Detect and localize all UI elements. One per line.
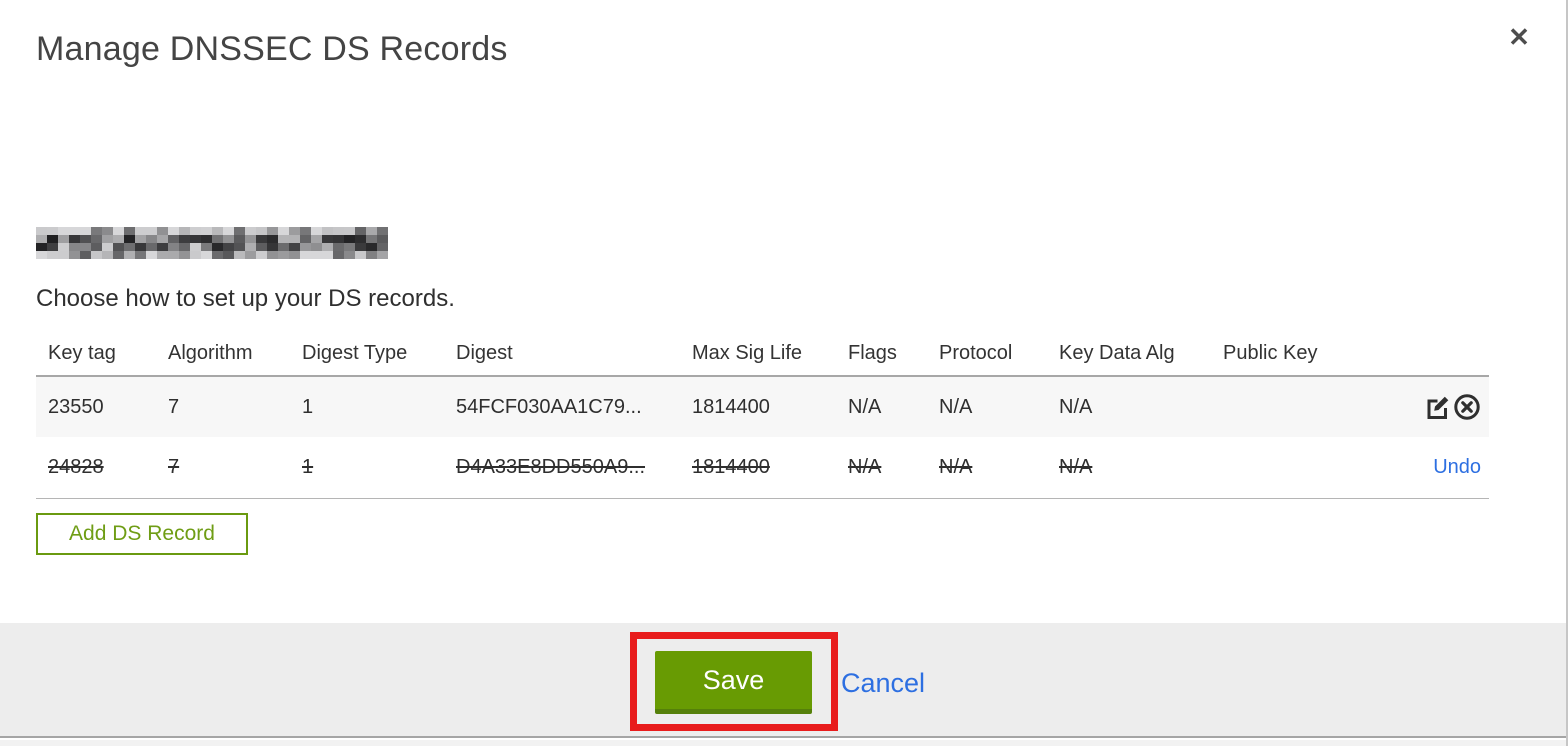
col-header-digest-type: Digest Type bbox=[302, 341, 408, 364]
cell-protocol: N/A bbox=[939, 395, 973, 418]
table-row-deleted: 24828 7 1 D4A33E8DD550A9... 1814400 N/A … bbox=[36, 437, 1489, 499]
cancel-link[interactable]: Cancel bbox=[841, 668, 925, 699]
ds-records-table: Key tag Algorithm Digest Type Digest Max… bbox=[36, 331, 1489, 499]
col-header-protocol: Protocol bbox=[939, 341, 1013, 364]
cell-flags: N/A bbox=[848, 456, 882, 478]
cell-digest-type: 1 bbox=[302, 395, 314, 418]
undo-link[interactable]: Undo bbox=[1433, 456, 1481, 479]
redacted-domain bbox=[36, 227, 388, 259]
cell-digest-type: 1 bbox=[302, 456, 314, 478]
delete-icon[interactable] bbox=[1453, 393, 1481, 421]
modal-footer: Save Cancel bbox=[0, 623, 1566, 738]
col-header-max-sig-life: Max Sig Life bbox=[692, 341, 803, 364]
table-header-row: Key tag Algorithm Digest Type Digest Max… bbox=[36, 331, 1489, 375]
cell-max-sig-life: 1814400 bbox=[692, 456, 770, 478]
add-ds-record-button[interactable]: Add DS Record bbox=[36, 513, 248, 555]
cell-algorithm: 7 bbox=[168, 456, 180, 478]
close-icon[interactable]: ✕ bbox=[1502, 20, 1536, 54]
cell-key-tag: 24828 bbox=[48, 456, 104, 478]
page-behind-strip bbox=[0, 740, 1566, 746]
save-button[interactable]: Save bbox=[655, 651, 812, 714]
cell-protocol: N/A bbox=[939, 456, 973, 478]
cell-digest: 54FCF030AA1C79... bbox=[456, 395, 642, 418]
cell-key-tag: 23550 bbox=[48, 395, 104, 418]
cell-key-data-alg: N/A bbox=[1059, 456, 1093, 478]
cell-max-sig-life: 1814400 bbox=[692, 395, 770, 418]
col-header-key-tag: Key tag bbox=[48, 341, 116, 364]
cell-flags: N/A bbox=[848, 395, 882, 418]
dnssec-modal: Manage DNSSEC DS Records ✕ Choose how to… bbox=[0, 0, 1568, 746]
col-header-public-key: Public Key bbox=[1223, 341, 1318, 364]
edit-icon[interactable] bbox=[1424, 393, 1452, 421]
table-instructions: Choose how to set up your DS records. bbox=[36, 285, 455, 312]
cell-key-data-alg: N/A bbox=[1059, 395, 1093, 418]
col-header-algorithm: Algorithm bbox=[168, 341, 253, 364]
table-row: 23550 7 1 54FCF030AA1C79... 1814400 N/A … bbox=[36, 375, 1489, 437]
cell-digest: D4A33E8DD550A9... bbox=[456, 456, 646, 478]
page-title: Manage DNSSEC DS Records bbox=[36, 30, 508, 68]
col-header-flags: Flags bbox=[848, 341, 897, 364]
col-header-key-data-alg: Key Data Alg bbox=[1059, 341, 1175, 364]
cell-algorithm: 7 bbox=[168, 395, 180, 418]
row-actions bbox=[1371, 393, 1481, 421]
col-header-digest: Digest bbox=[456, 341, 513, 364]
